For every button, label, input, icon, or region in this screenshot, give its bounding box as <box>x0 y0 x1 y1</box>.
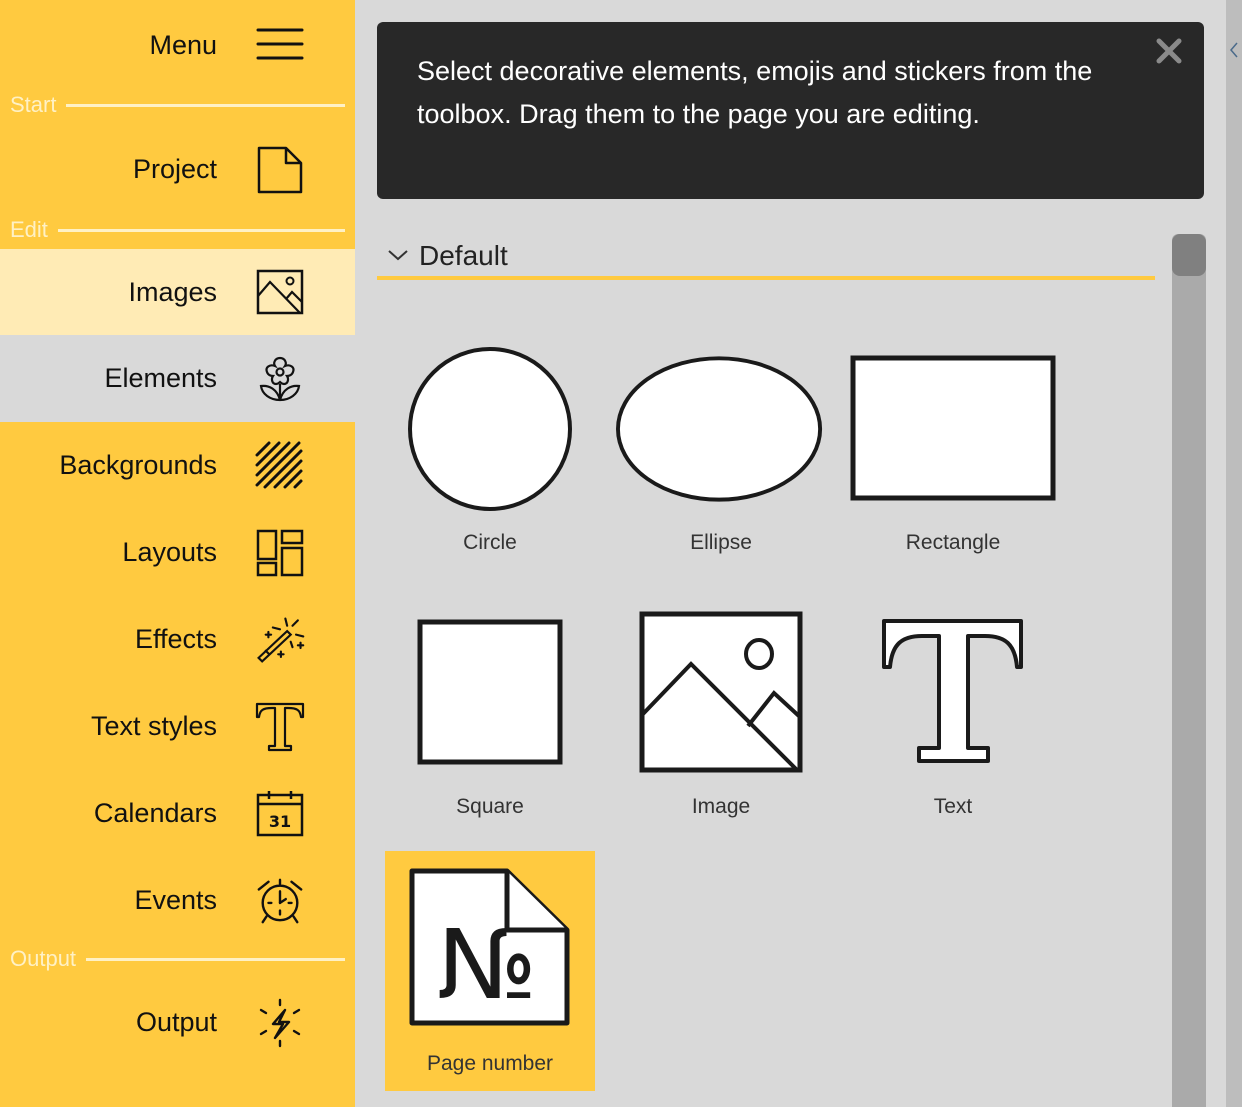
flash-burst-icon <box>255 998 305 1048</box>
sidebar-item-effects[interactable]: Effects <box>0 596 355 683</box>
element-label: Circle <box>463 531 517 554</box>
sidebar-item-elements[interactable]: Elements <box>0 335 355 422</box>
sidebar-item-label: Elements <box>104 363 217 393</box>
element-label: Page number <box>426 1052 554 1075</box>
hatch-pattern-icon <box>255 441 305 491</box>
sidebar-item-label: Project <box>132 154 217 184</box>
scrollbar-thumb[interactable] <box>1172 234 1206 276</box>
element-label: Ellipse <box>690 531 752 554</box>
sidebar-item-images[interactable]: Images <box>0 249 355 335</box>
sidebar-item-events[interactable]: Events <box>0 857 355 944</box>
section-label: Edit <box>10 217 48 242</box>
section-divider <box>66 103 345 107</box>
group-header-default[interactable]: Default <box>377 236 1155 280</box>
elements-scrollbar[interactable] <box>1172 234 1206 1107</box>
sidebar-item-backgrounds[interactable]: Backgrounds <box>0 422 355 509</box>
section-label: Output <box>10 946 77 971</box>
sidebar-item-label: Layouts <box>122 537 217 567</box>
sidebar-item-label: Calendars <box>93 798 217 828</box>
element-tile-rectangle[interactable]: Rectangle <box>848 330 1058 570</box>
sidebar-item-label: Effects <box>134 624 217 654</box>
sidebar: Menu Start Project Edit Images Elements … <box>0 0 355 1107</box>
element-tile-ellipse[interactable]: Ellipse <box>616 330 826 570</box>
sidebar-item-label: Backgrounds <box>59 450 217 480</box>
element-tile-page-number[interactable]: № Page number <box>385 851 595 1091</box>
chevron-left-icon[interactable] <box>1228 40 1240 60</box>
element-tile-text[interactable]: Text <box>848 594 1058 834</box>
section-divider <box>86 957 345 961</box>
app-window: Menu Start Project Edit Images Elements … <box>0 0 1242 1107</box>
element-tile-image[interactable]: Image <box>616 594 826 834</box>
menu-label: Menu <box>149 29 217 60</box>
chevron-down-icon <box>383 246 413 266</box>
page-number-icon: № <box>385 851 595 1046</box>
document-icon <box>255 145 305 195</box>
image-placeholder-icon <box>616 594 826 789</box>
magic-wand-icon <box>255 615 305 665</box>
element-tile-square[interactable]: Square <box>385 594 595 834</box>
sidebar-item-label: Text styles <box>90 711 217 741</box>
sidebar-item-project[interactable]: Project <box>0 132 355 207</box>
element-label: Rectangle <box>905 531 1001 554</box>
section-start: Start <box>10 92 345 118</box>
rectangle-shape-icon <box>848 330 1058 525</box>
sidebar-item-calendars[interactable]: Calendars 31 <box>0 770 355 857</box>
calendar-day: 31 <box>269 812 291 831</box>
element-tile-circle[interactable]: Circle <box>385 330 595 570</box>
ellipse-shape-icon <box>616 330 826 525</box>
hamburger-icon <box>255 20 305 70</box>
group-title: Default <box>419 240 508 271</box>
right-panel-collapsed <box>1226 0 1242 1107</box>
sidebar-item-label: Images <box>128 276 217 307</box>
flower-icon <box>255 354 305 404</box>
info-banner-text: Select decorative elements, emojis and s… <box>417 56 1093 129</box>
circle-shape-icon <box>385 330 595 525</box>
element-label: Image <box>691 795 751 818</box>
section-divider <box>57 228 345 232</box>
sidebar-item-output[interactable]: Output <box>0 985 355 1060</box>
page-number-glyph: № <box>437 909 537 1021</box>
close-icon[interactable] <box>1154 36 1184 66</box>
element-label: Square <box>456 795 524 818</box>
sidebar-item-label: Events <box>134 885 217 915</box>
section-label: Start <box>10 92 57 117</box>
section-edit: Edit <box>10 217 345 243</box>
alarm-clock-icon <box>255 876 305 926</box>
text-t-icon <box>848 594 1058 789</box>
sidebar-item-label: Output <box>135 1007 217 1037</box>
sidebar-item-layouts[interactable]: Layouts <box>0 509 355 596</box>
element-label: Text <box>933 795 973 818</box>
image-icon <box>255 267 305 317</box>
sidebar-item-text-styles[interactable]: Text styles <box>0 683 355 770</box>
layout-grid-icon <box>255 528 305 578</box>
serif-t-icon <box>255 702 305 752</box>
calendar-icon: 31 <box>255 789 305 839</box>
section-output: Output <box>10 946 345 972</box>
info-banner: Select decorative elements, emojis and s… <box>377 22 1204 199</box>
square-shape-icon <box>385 594 595 789</box>
menu-button[interactable]: Menu <box>0 18 355 72</box>
